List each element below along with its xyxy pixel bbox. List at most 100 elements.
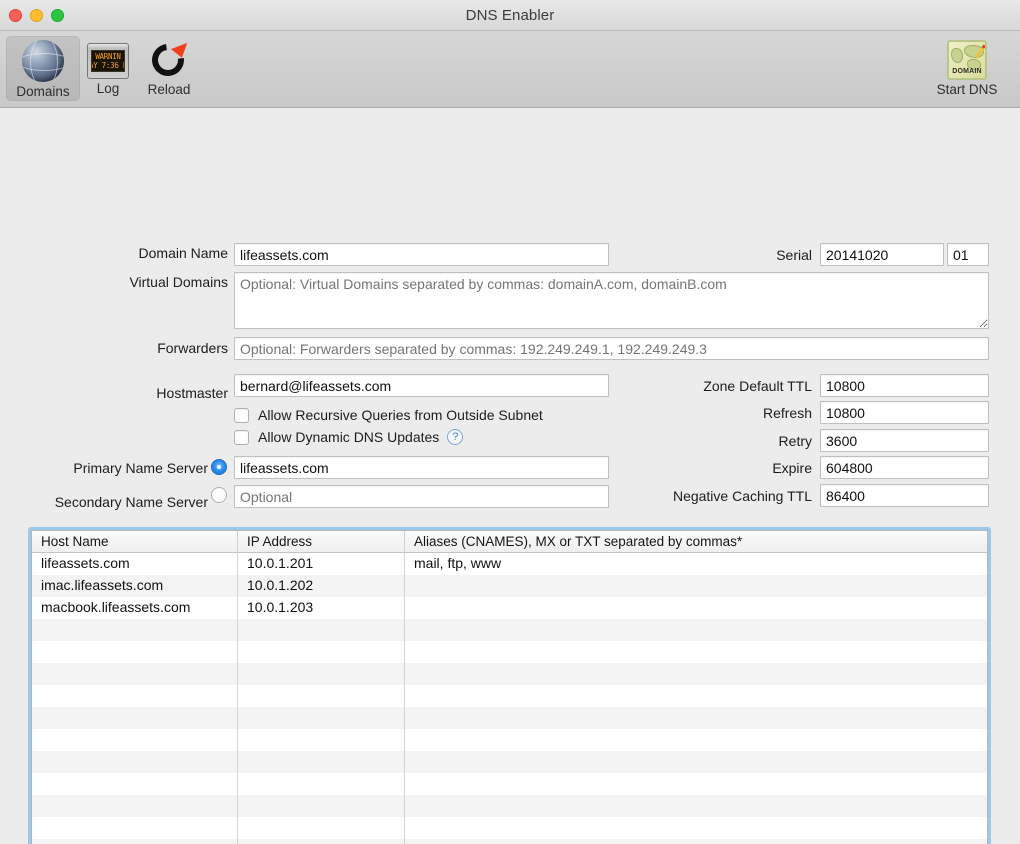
expire-label: Expire xyxy=(772,460,812,476)
help-question-icon[interactable]: ? xyxy=(447,429,464,445)
cell-aliases[interactable] xyxy=(405,619,987,641)
expire-input[interactable] xyxy=(820,456,989,479)
minimize-button[interactable] xyxy=(30,9,43,22)
toolbar-item-reload[interactable]: Reload xyxy=(134,36,204,99)
cell-ip-address[interactable] xyxy=(238,751,405,773)
table-row-empty[interactable] xyxy=(32,619,987,641)
dns-records-table[interactable]: Host Name IP Address Aliases (CNAMES), M… xyxy=(28,527,991,844)
cell-host-name[interactable] xyxy=(32,773,238,795)
cell-aliases[interactable] xyxy=(405,575,987,597)
forwarders-label-row: Forwarders xyxy=(40,340,228,356)
table-row-empty[interactable] xyxy=(32,751,987,773)
zone-default-ttl-input[interactable] xyxy=(820,374,989,397)
cell-ip-address[interactable] xyxy=(238,729,405,751)
table-row[interactable]: imac.lifeassets.com 10.0.1.202 xyxy=(32,575,987,597)
cell-host-name[interactable] xyxy=(32,839,238,844)
serial-label: Serial xyxy=(776,247,812,263)
cell-ip-address[interactable] xyxy=(238,795,405,817)
cell-ip-address[interactable] xyxy=(238,707,405,729)
secondary-name-server-input[interactable] xyxy=(234,485,609,508)
cell-aliases[interactable] xyxy=(405,641,987,663)
secondary-name-server-label: Secondary Name Server xyxy=(54,494,208,510)
serial-suffix-input[interactable] xyxy=(947,243,989,266)
hostmaster-label: Hostmaster xyxy=(156,385,228,401)
table-row-empty[interactable] xyxy=(32,685,987,707)
forwarders-input[interactable] xyxy=(234,337,989,360)
table-row-empty[interactable] xyxy=(32,729,987,751)
cell-ip-address[interactable] xyxy=(238,619,405,641)
cell-ip-address[interactable]: 10.0.1.203 xyxy=(238,597,405,619)
negative-caching-ttl-label-row: Negative Caching TTL xyxy=(640,488,812,504)
cell-ip-address[interactable] xyxy=(238,839,405,844)
cell-aliases[interactable] xyxy=(405,817,987,839)
table-row-empty[interactable] xyxy=(32,707,987,729)
cell-aliases[interactable]: mail, ftp, www xyxy=(405,553,987,575)
cell-aliases[interactable] xyxy=(405,795,987,817)
start-dns-button[interactable]: DOMAIN Start DNS xyxy=(924,36,1010,99)
toolbar-item-log[interactable]: WARNIN AY 7:36 P Log xyxy=(82,36,134,98)
cell-ip-address[interactable]: 10.0.1.201 xyxy=(238,553,405,575)
table-row-empty[interactable] xyxy=(32,795,987,817)
cell-host-name[interactable] xyxy=(32,663,238,685)
table-row-empty[interactable] xyxy=(32,773,987,795)
cell-host-name[interactable] xyxy=(32,817,238,839)
hostmaster-label-row: Hostmaster xyxy=(40,385,228,401)
cell-aliases[interactable] xyxy=(405,685,987,707)
retry-label: Retry xyxy=(778,433,812,449)
cell-ip-address[interactable] xyxy=(238,817,405,839)
cell-host-name[interactable] xyxy=(32,751,238,773)
primary-name-server-radio[interactable] xyxy=(211,459,227,475)
cell-aliases[interactable] xyxy=(405,707,987,729)
table-row[interactable]: lifeassets.com 10.0.1.201 mail, ftp, www xyxy=(32,553,987,575)
cell-host-name[interactable] xyxy=(32,619,238,641)
cell-aliases[interactable] xyxy=(405,597,987,619)
cell-ip-address[interactable] xyxy=(238,685,405,707)
hostmaster-input[interactable] xyxy=(234,374,609,397)
cell-ip-address[interactable] xyxy=(238,641,405,663)
allow-dynamic-dns-checkbox[interactable]: Allow Dynamic DNS Updates ? xyxy=(234,429,464,445)
cell-host-name[interactable]: imac.lifeassets.com xyxy=(32,575,238,597)
table-row-empty[interactable] xyxy=(32,839,987,844)
cell-aliases[interactable] xyxy=(405,663,987,685)
secondary-name-server-label-row: Secondary Name Server xyxy=(20,494,208,510)
table-row-empty[interactable] xyxy=(32,663,987,685)
cell-host-name[interactable]: macbook.lifeassets.com xyxy=(32,597,238,619)
column-header-ip-address[interactable]: IP Address xyxy=(238,531,405,553)
cell-ip-address[interactable] xyxy=(238,663,405,685)
zone-default-ttl-label: Zone Default TTL xyxy=(703,378,812,394)
serial-input[interactable] xyxy=(820,243,944,266)
log-icon-text-line1: WARNIN xyxy=(95,52,121,61)
cell-host-name[interactable] xyxy=(32,641,238,663)
table-row-empty[interactable] xyxy=(32,817,987,839)
column-header-aliases[interactable]: Aliases (CNAMES), MX or TXT separated by… xyxy=(405,531,987,553)
primary-name-server-input[interactable] xyxy=(234,456,609,479)
domain-map-icon-caption: DOMAIN xyxy=(952,68,982,75)
domain-name-input[interactable] xyxy=(234,243,609,266)
close-button[interactable] xyxy=(9,9,22,22)
virtual-domains-input[interactable] xyxy=(234,272,989,329)
cell-aliases[interactable] xyxy=(405,751,987,773)
cell-host-name[interactable] xyxy=(32,685,238,707)
cell-host-name[interactable]: lifeassets.com xyxy=(32,553,238,575)
table-row[interactable]: macbook.lifeassets.com 10.0.1.203 xyxy=(32,597,987,619)
secondary-name-server-radio[interactable] xyxy=(211,487,227,503)
table-row-empty[interactable] xyxy=(32,641,987,663)
cell-ip-address[interactable] xyxy=(238,773,405,795)
cell-host-name[interactable] xyxy=(32,795,238,817)
cell-host-name[interactable] xyxy=(32,729,238,751)
toolbar-item-domains[interactable]: Domains xyxy=(6,36,80,101)
refresh-input[interactable] xyxy=(820,401,989,424)
zoom-button[interactable] xyxy=(51,9,64,22)
cell-aliases[interactable] xyxy=(405,729,987,751)
retry-input[interactable] xyxy=(820,429,989,452)
cell-host-name[interactable] xyxy=(32,707,238,729)
column-header-host-name[interactable]: Host Name xyxy=(32,531,238,553)
cell-ip-address[interactable]: 10.0.1.202 xyxy=(238,575,405,597)
allow-recursive-queries-checkbox[interactable]: Allow Recursive Queries from Outside Sub… xyxy=(234,407,543,423)
cell-aliases[interactable] xyxy=(405,773,987,795)
negative-caching-ttl-input[interactable] xyxy=(820,484,989,507)
retry-label-row: Retry xyxy=(640,433,812,449)
domain-map-icon: DOMAIN xyxy=(947,40,987,80)
cell-aliases[interactable] xyxy=(405,839,987,844)
log-icon-text-line2: AY 7:36 P xyxy=(92,61,124,70)
